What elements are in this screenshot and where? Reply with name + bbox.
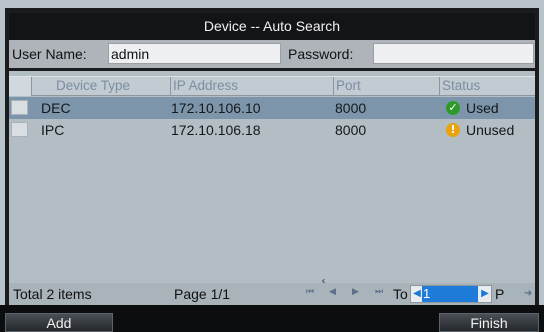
finish-button[interactable]: Finish	[439, 313, 539, 332]
warning-circle-icon: !	[446, 123, 460, 137]
spinner-increment-icon[interactable]: ▶	[480, 286, 490, 302]
row-checkbox[interactable]	[11, 100, 28, 115]
cell-status: Used	[466, 100, 499, 116]
cell-port: 8000	[335, 100, 367, 116]
last-page-icon[interactable]: ⏭	[375, 287, 383, 297]
cell-device-type: IPC	[41, 122, 65, 138]
user-name-label: User Name:	[12, 46, 87, 62]
header-select-all[interactable]	[9, 77, 31, 96]
pagination-bar: Total 2 items Page 1/1 ⏮ ◀ ▶ ⏭ To ◀ 1 ▶ …	[9, 283, 535, 305]
goto-label: To	[393, 286, 408, 302]
cell-status: Unused	[466, 122, 515, 138]
column-header-device-type[interactable]: Device Type	[31, 77, 170, 96]
add-button[interactable]: Add	[5, 313, 113, 332]
device-table: Device Type IP Address Port Status DEC 1…	[9, 71, 535, 292]
page-number-spinner[interactable]: ◀ 1 ▶	[410, 285, 492, 303]
page-number-value[interactable]: 1	[422, 286, 478, 302]
table-header: Device Type IP Address Port Status	[9, 76, 535, 96]
table-row[interactable]: DEC 172.10.106.10 8000 ✓ Used	[9, 97, 535, 119]
credentials-row: User Name: Password:	[9, 40, 535, 68]
page-indicator: Page 1/1	[174, 286, 231, 302]
prev-page-icon[interactable]: ◀	[329, 287, 336, 297]
column-header-ip-address[interactable]: IP Address	[170, 77, 333, 96]
password-label: Password:	[288, 46, 354, 62]
cell-ip-address: 172.10.106.10	[171, 100, 261, 116]
first-page-icon[interactable]: ⏮	[306, 287, 314, 297]
next-page-icon[interactable]: ▶	[352, 287, 359, 297]
check-circle-icon: ✓	[446, 101, 460, 115]
column-header-port[interactable]: Port	[333, 77, 439, 96]
spinner-decrement-icon[interactable]: ◀	[412, 286, 422, 302]
cell-ip-address: 172.10.106.18	[171, 122, 261, 138]
column-header-status[interactable]: Status	[439, 77, 535, 96]
total-items-label: Total 2 items	[13, 286, 92, 302]
table-row[interactable]: IPC 172.10.106.18 8000 ! Unused	[9, 119, 535, 141]
dialog-title: Device -- Auto Search	[9, 13, 535, 40]
row-checkbox[interactable]	[11, 122, 28, 137]
user-name-input[interactable]	[108, 43, 281, 64]
cell-port: 8000	[335, 122, 367, 138]
page-unit-label: P	[495, 286, 505, 302]
button-bar: Add Finish	[0, 305, 544, 332]
go-arrow-icon[interactable]: ➜	[524, 288, 532, 299]
cell-device-type: DEC	[41, 100, 71, 116]
password-input[interactable]	[373, 43, 534, 64]
auto-search-dialog: Device -- Auto Search User Name: Passwor…	[0, 0, 544, 332]
